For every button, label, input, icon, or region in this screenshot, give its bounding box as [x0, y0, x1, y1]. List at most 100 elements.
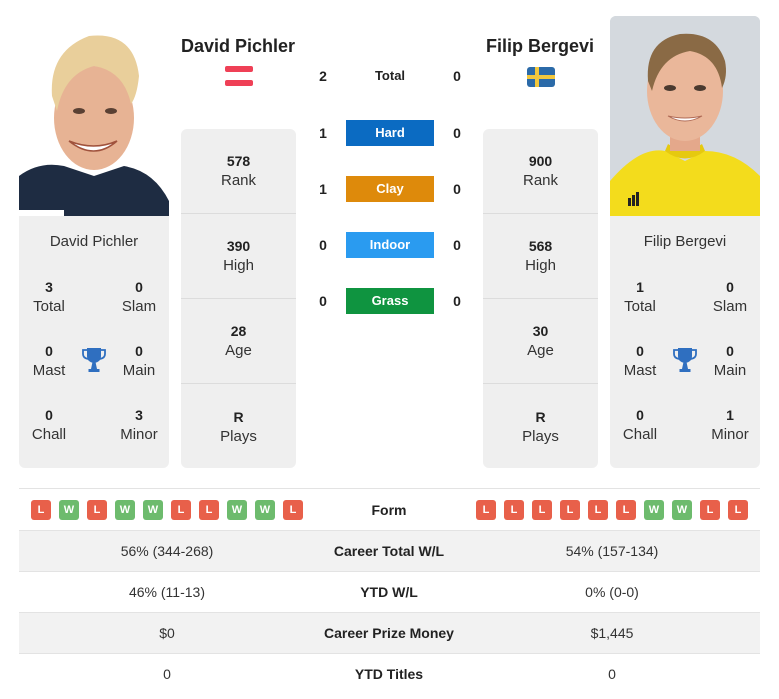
form-win-badge[interactable]: W: [672, 500, 692, 520]
surface-indoor-badge[interactable]: Indoor: [346, 232, 434, 258]
form-loss-badge[interactable]: L: [588, 500, 608, 520]
player-left-form: LWLWWLLWWL: [31, 500, 303, 520]
titles-value: 1: [726, 407, 734, 423]
form-loss-badge[interactable]: L: [700, 500, 720, 520]
h2h-right-count: 0: [453, 181, 461, 197]
titles-challenger: 0 Chall: [19, 405, 79, 445]
comparison-label: Career Prize Money: [324, 625, 454, 641]
form-win-badge[interactable]: W: [59, 500, 79, 520]
form-win-badge[interactable]: W: [143, 500, 163, 520]
stat-label: Age: [225, 342, 252, 359]
form-loss-badge[interactable]: L: [728, 500, 748, 520]
form-loss-badge[interactable]: L: [87, 500, 107, 520]
titles-value: 0: [45, 407, 53, 423]
comparison-row-career-wl: 56% (344-268) Career Total W/L 54% (157-…: [19, 530, 760, 571]
player-left-photo: [19, 26, 169, 216]
stat-value: 30: [532, 323, 549, 339]
h2h-left-count: 1: [319, 125, 327, 141]
surface-clay-badge[interactable]: Clay: [346, 176, 434, 202]
titles-player-name: Filip Bergevi: [643, 233, 727, 250]
titles-label: Total: [33, 298, 65, 315]
form-loss-badge[interactable]: L: [616, 500, 636, 520]
stat-rank: 900 Rank: [483, 129, 598, 214]
player-right-photo-image: [610, 16, 760, 216]
surface-hard-badge[interactable]: Hard: [346, 120, 434, 146]
titles-value: 3: [135, 407, 143, 423]
titles-label: Mast: [32, 362, 66, 379]
stat-value: 28: [230, 323, 247, 339]
player-left-photo-image: [19, 26, 169, 216]
form-loss-badge[interactable]: L: [171, 500, 191, 520]
titles-value: 3: [45, 279, 53, 295]
titles-main: 0 Main: [109, 341, 169, 381]
comparison-left-value: $0: [159, 625, 175, 641]
titles-value: 0: [726, 279, 734, 295]
comparison-right-value: 0: [608, 666, 616, 682]
player-left-name[interactable]: David Pichler: [158, 36, 318, 57]
player-right-photo: [610, 16, 760, 216]
stat-value: 578: [226, 153, 251, 169]
titles-value: 0: [135, 279, 143, 295]
comparison-row-prize-money: $0 Career Prize Money $1,445: [19, 612, 760, 653]
titles-slam: 0 Slam: [700, 277, 760, 317]
titles-player-name: David Pichler: [49, 233, 139, 250]
titles-total: 3 Total: [19, 277, 79, 317]
player-right-stats: 900 Rank 568 High 30 Age R Plays: [483, 129, 598, 468]
stat-rank: 578 Rank: [181, 129, 296, 214]
surface-grass-badge[interactable]: Grass: [346, 288, 434, 314]
form-loss-badge[interactable]: L: [31, 500, 51, 520]
stat-label: High: [525, 257, 556, 274]
h2h-indoor-row: 0 Indoor 0: [300, 232, 480, 258]
h2h-left-count: 0: [319, 237, 327, 253]
titles-label: Total: [624, 298, 656, 315]
h2h-total-label: Total: [374, 68, 406, 83]
stat-label: Rank: [522, 172, 559, 189]
stat-value: 900: [528, 153, 553, 169]
titles-masters: 0 Mast: [610, 341, 670, 381]
stat-label: Plays: [220, 427, 257, 445]
form-win-badge[interactable]: W: [227, 500, 247, 520]
titles-minor: 1 Minor: [700, 405, 760, 445]
h2h-right-count: 0: [453, 293, 461, 309]
titles-label: Chall: [31, 426, 67, 443]
titles-value: 0: [45, 343, 53, 359]
comparison-right-value: 0% (0-0): [585, 584, 639, 600]
stat-value: 390: [226, 238, 251, 254]
form-win-badge[interactable]: W: [255, 500, 275, 520]
comparison-label: YTD Titles: [354, 666, 424, 682]
h2h-left-count: 0: [319, 293, 327, 309]
stat-value: R: [233, 408, 244, 425]
titles-main: 0 Main: [700, 341, 760, 381]
titles-label: Main: [713, 362, 747, 379]
form-loss-badge[interactable]: L: [199, 500, 219, 520]
stat-age: 28 Age: [181, 299, 296, 384]
form-win-badge[interactable]: W: [115, 500, 135, 520]
comparison-row-ytd-wl: 46% (11-13) YTD W/L 0% (0-0): [19, 571, 760, 612]
stat-value: 568: [528, 238, 553, 254]
trophy-icon: [82, 348, 106, 372]
titles-label: Chall: [622, 426, 658, 443]
form-loss-badge[interactable]: L: [283, 500, 303, 520]
titles-label: Minor: [120, 426, 158, 443]
stat-label: Rank: [220, 172, 257, 189]
player-right-name[interactable]: Filip Bergevi: [460, 36, 620, 57]
titles-label: Slam: [121, 298, 157, 315]
h2h-left-count: 2: [319, 68, 327, 84]
stat-plays: R Plays: [483, 384, 598, 469]
sweden-flag-icon: [527, 67, 555, 87]
titles-value: 0: [636, 407, 644, 423]
comparison-right-value: 54% (157-134): [565, 543, 659, 559]
titles-value: 0: [726, 343, 734, 359]
stat-value: R: [535, 408, 546, 425]
form-loss-badge[interactable]: L: [532, 500, 552, 520]
form-loss-badge[interactable]: L: [560, 500, 580, 520]
form-win-badge[interactable]: W: [644, 500, 664, 520]
titles-label: Main: [122, 362, 156, 379]
titles-value: 0: [636, 343, 644, 359]
titles-total: 1 Total: [610, 277, 670, 317]
form-loss-badge[interactable]: L: [504, 500, 524, 520]
form-loss-badge[interactable]: L: [476, 500, 496, 520]
player-left-titles-card: David Pichler 3 Total 0 Slam 0 Mast 0 Ma…: [19, 216, 169, 468]
comparison-right-value: $1,445: [590, 625, 634, 641]
h2h-grass-row: 0 Grass 0: [300, 288, 480, 314]
